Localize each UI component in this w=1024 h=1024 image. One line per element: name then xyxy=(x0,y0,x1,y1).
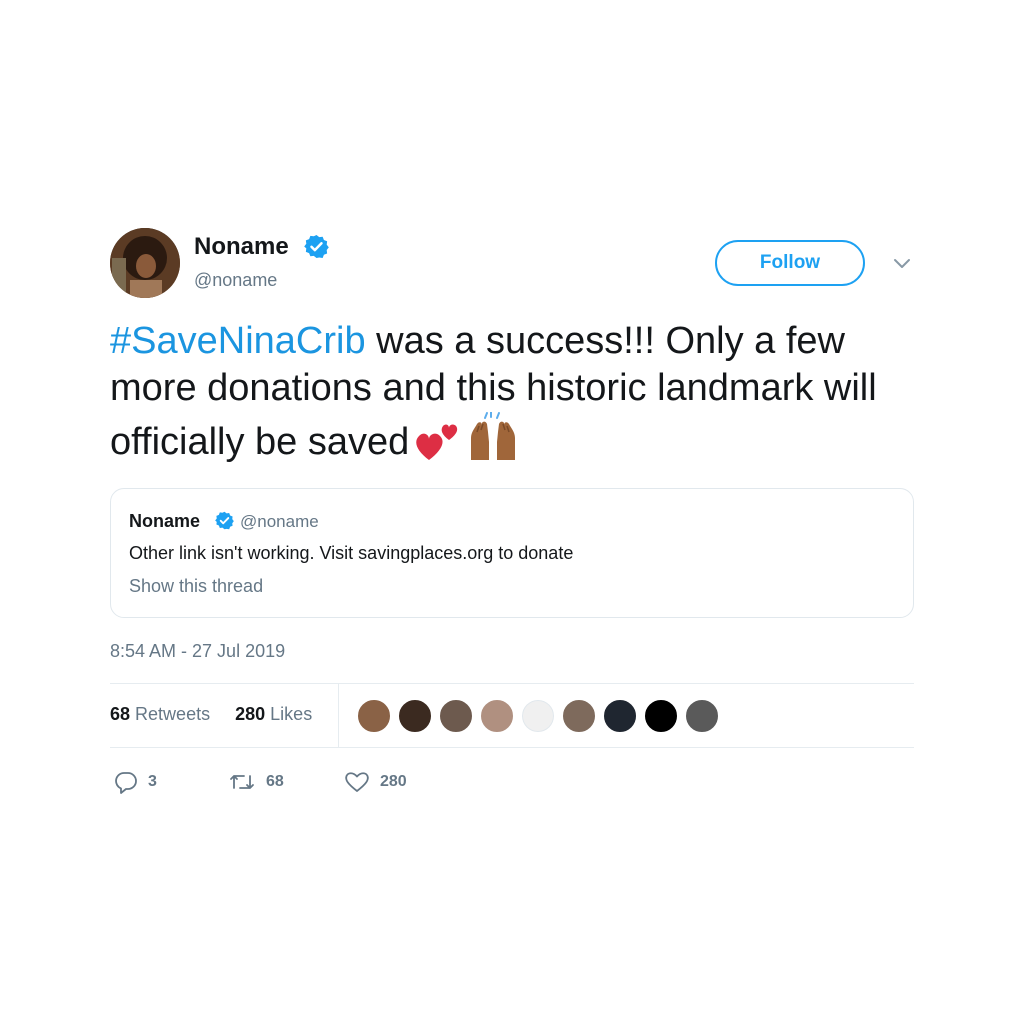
retweet-count: 68 xyxy=(266,773,284,790)
stats-divider-top xyxy=(110,683,914,684)
retweet-button[interactable]: 68 xyxy=(228,768,284,796)
quoted-author-handle: @noname xyxy=(240,512,319,531)
show-thread-link[interactable]: Show this thread xyxy=(129,576,263,597)
raising-hands-icon xyxy=(467,411,519,474)
retweets-stat[interactable]: 68 Retweets xyxy=(110,704,210,724)
retweets-count: 68 xyxy=(110,704,131,724)
stats-separator xyxy=(338,683,339,747)
liker-avatar[interactable] xyxy=(684,698,720,734)
retweets-label: Retweets xyxy=(135,704,211,724)
two-hearts-icon xyxy=(415,418,461,474)
quoted-tweet-text: Other link isn't working. Visit savingpl… xyxy=(129,543,574,563)
liker-avatar[interactable] xyxy=(561,698,597,734)
retweet-icon xyxy=(230,775,254,789)
liker-avatar[interactable] xyxy=(356,698,392,734)
likes-count: 280 xyxy=(235,704,266,724)
quoted-author-name: Noname xyxy=(129,511,201,531)
likes-label: Likes xyxy=(270,704,313,724)
chevron-down-icon[interactable] xyxy=(892,256,912,270)
stats-divider-bottom xyxy=(110,747,914,748)
tweet-text: #SaveNinaCrib was a success!!! Only a fe… xyxy=(110,318,910,474)
like-button[interactable]: 280 xyxy=(344,768,407,796)
engagement-stats: 68 Retweets 280 Likes xyxy=(110,704,312,725)
heart-icon xyxy=(345,772,369,792)
follow-button[interactable]: Follow xyxy=(715,240,865,286)
author-name[interactable]: Noname xyxy=(194,233,289,261)
liker-avatar[interactable] xyxy=(643,698,679,734)
tweet-timestamp[interactable]: 8:54 AM - 27 Jul 2019 xyxy=(110,641,285,662)
liker-avatar[interactable] xyxy=(438,698,474,734)
liker-avatar[interactable] xyxy=(520,698,556,734)
reply-count: 3 xyxy=(148,773,157,790)
likes-stat[interactable]: 280 Likes xyxy=(235,704,312,724)
liker-avatars xyxy=(356,698,725,734)
liker-avatar[interactable] xyxy=(479,698,515,734)
quoted-tweet-card[interactable]: Noname @noname Other link isn't working.… xyxy=(110,488,914,618)
hashtag-link[interactable]: #SaveNinaCrib xyxy=(110,320,366,362)
liker-avatar[interactable] xyxy=(602,698,638,734)
verified-badge-icon xyxy=(304,235,329,258)
author-handle[interactable]: @noname xyxy=(194,270,277,291)
reply-button[interactable]: 3 xyxy=(114,768,157,796)
reply-icon xyxy=(115,772,137,794)
like-count: 280 xyxy=(380,773,407,790)
avatar[interactable] xyxy=(110,228,180,298)
liker-avatar[interactable] xyxy=(397,698,433,734)
verified-badge-icon xyxy=(215,511,234,530)
